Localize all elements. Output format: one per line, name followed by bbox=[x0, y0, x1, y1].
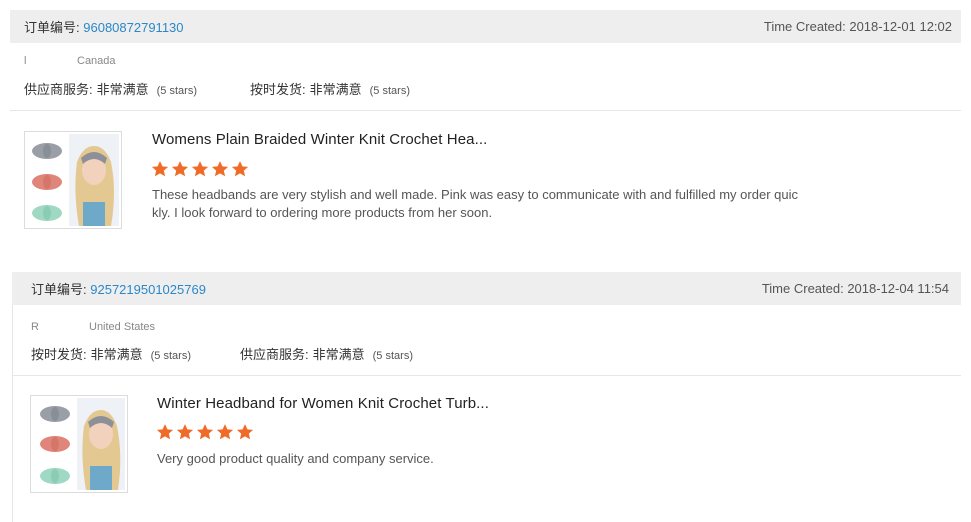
star-icon bbox=[196, 424, 214, 440]
buyer-info: R United States bbox=[31, 321, 155, 333]
rating-stars-text: (5 stars) bbox=[150, 350, 191, 362]
order-header: 订单编号: 9257219501025769 Time Created: 201… bbox=[12, 272, 961, 305]
divider bbox=[10, 110, 961, 111]
rating-value: 非常满意 bbox=[312, 347, 365, 362]
headband-product-image bbox=[25, 132, 121, 228]
time-created: Time Created: 2018-12-01 12:02 bbox=[763, 19, 952, 34]
rating-label: 按时发货: bbox=[250, 82, 306, 97]
order-number-link[interactable]: 9257219501025769 bbox=[90, 282, 206, 297]
product-thumbnail[interactable] bbox=[30, 395, 128, 493]
star-icon bbox=[171, 161, 189, 177]
product-title[interactable]: Winter Headband for Women Knit Crochet T… bbox=[157, 395, 489, 412]
divider bbox=[12, 375, 961, 376]
review-text: Very good product quality and company se… bbox=[157, 451, 434, 466]
rating-label: 供应商服务: bbox=[240, 347, 309, 362]
headband-product-image bbox=[31, 396, 127, 492]
rating-stars-text: (5 stars) bbox=[372, 350, 413, 362]
order-number-label: 订单编号: bbox=[31, 282, 87, 297]
seller-ratings: 按时发货: 非常满意 (5 stars) 供应商服务: 非常满意 (5 star… bbox=[31, 344, 413, 363]
order-card: 订单编号: 96080872791130 Time Created: 2018-… bbox=[10, 10, 961, 242]
review-text: These headbands are very stylish and wel… bbox=[152, 187, 798, 220]
card-left-border bbox=[12, 305, 13, 522]
rating-value: 非常满意 bbox=[309, 82, 362, 97]
buyer-country: United States bbox=[89, 321, 156, 333]
rating-stars-text: (5 stars) bbox=[156, 85, 197, 97]
order-number-link[interactable]: 96080872791130 bbox=[83, 20, 183, 35]
star-icon bbox=[176, 424, 194, 440]
buyer-name: R bbox=[31, 321, 39, 333]
buyer-country: Canada bbox=[77, 55, 116, 67]
rating-label: 供应商服务: bbox=[24, 82, 93, 97]
rating-item: 按时发货: 非常满意 (5 stars) bbox=[31, 344, 240, 363]
star-icon bbox=[231, 161, 249, 177]
star-icon bbox=[236, 424, 254, 440]
rating-item: 供应商服务: 非常满意 (5 stars) bbox=[24, 79, 250, 98]
order-number-label: 订单编号: bbox=[24, 20, 80, 35]
order-id-group: 订单编号: 9257219501025769 bbox=[31, 279, 206, 298]
time-created: Time Created: 2018-12-04 11:54 bbox=[761, 281, 949, 296]
star-icon bbox=[191, 161, 209, 177]
star-icon bbox=[211, 161, 229, 177]
rating-label: 按时发货: bbox=[31, 347, 87, 362]
star-rating bbox=[151, 160, 249, 178]
rating-stars-text: (5 stars) bbox=[369, 85, 410, 97]
buyer-info: l Canada bbox=[24, 55, 116, 67]
order-id-group: 订单编号: 96080872791130 bbox=[24, 17, 184, 36]
star-icon bbox=[216, 424, 234, 440]
buyer-name: l bbox=[24, 55, 27, 67]
order-card: 订单编号: 9257219501025769 Time Created: 201… bbox=[12, 272, 961, 522]
rating-item: 按时发货: 非常满意 (5 stars) bbox=[250, 79, 410, 98]
star-icon bbox=[151, 161, 169, 177]
rating-item: 供应商服务: 非常满意 (5 stars) bbox=[240, 344, 413, 363]
order-header: 订单编号: 96080872791130 Time Created: 2018-… bbox=[10, 10, 961, 43]
product-title[interactable]: Womens Plain Braided Winter Knit Crochet… bbox=[152, 131, 487, 148]
star-rating bbox=[156, 423, 254, 441]
seller-ratings: 供应商服务: 非常满意 (5 stars) 按时发货: 非常满意 (5 star… bbox=[24, 79, 410, 98]
rating-value: 非常满意 bbox=[96, 82, 149, 97]
product-thumbnail[interactable] bbox=[24, 131, 122, 229]
star-icon bbox=[156, 424, 174, 440]
rating-value: 非常满意 bbox=[90, 347, 143, 362]
